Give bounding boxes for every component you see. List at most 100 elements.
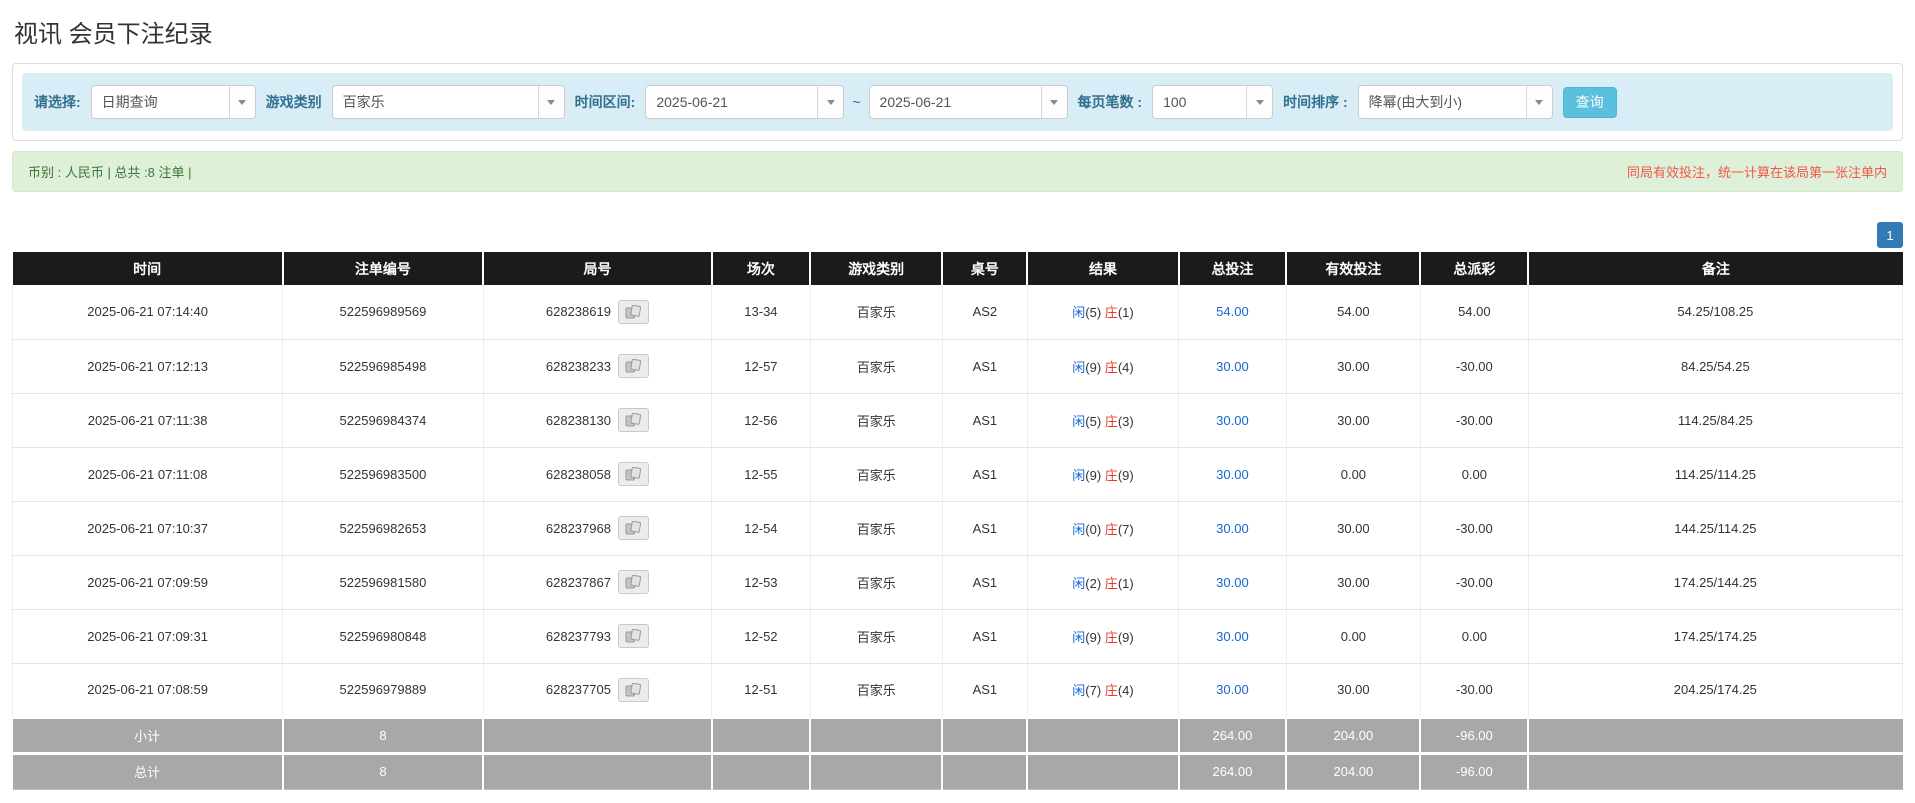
round-number: 628237867 [546, 575, 611, 590]
view-cards-button[interactable] [618, 300, 649, 324]
result-player-score: (9) [1085, 630, 1101, 645]
cell-bet-id: 522596981580 [283, 555, 483, 609]
total-bet-link[interactable]: 30.00 [1216, 467, 1249, 482]
table-row: 2025-06-21 07:08:59522596979889628237705… [13, 663, 1903, 717]
cell-payout: -30.00 [1420, 501, 1528, 555]
totals-result [1027, 717, 1178, 753]
cards-icon [625, 359, 642, 373]
view-cards-button[interactable] [618, 678, 649, 702]
cell-total-bet: 30.00 [1179, 501, 1287, 555]
page-size-select[interactable]: 100 [1152, 85, 1273, 119]
column-header: 结果 [1027, 252, 1178, 285]
totals-session [712, 753, 810, 789]
view-cards-button[interactable] [618, 408, 649, 432]
totals-table [942, 717, 1027, 753]
result-player-label: 闲 [1072, 414, 1085, 429]
cell-valid-bet: 54.00 [1286, 285, 1420, 339]
cell-result: 闲(7) 庄(4) [1027, 663, 1178, 717]
cell-time: 2025-06-21 07:10:37 [13, 501, 283, 555]
chevron-down-icon[interactable] [817, 86, 843, 118]
cell-total-bet: 30.00 [1179, 663, 1287, 717]
game-type-select[interactable]: 百家乐 [332, 85, 565, 119]
cell-result: 闲(9) 庄(4) [1027, 339, 1178, 393]
table-row: 2025-06-21 07:14:40522596989569628238619… [13, 285, 1903, 339]
chevron-down-icon[interactable] [1041, 86, 1067, 118]
cell-session: 12-56 [712, 393, 810, 447]
result-banker-score: (4) [1118, 360, 1134, 375]
chevron-down-icon[interactable] [229, 86, 255, 118]
totals-count: 8 [283, 753, 483, 789]
sort-select[interactable]: 降幂(由大到小) [1358, 85, 1553, 119]
cell-bet-id: 522596980848 [283, 609, 483, 663]
result-banker-label: 庄 [1105, 522, 1118, 537]
result-player-label: 闲 [1072, 522, 1085, 537]
cell-time: 2025-06-21 07:09:31 [13, 609, 283, 663]
view-cards-button[interactable] [618, 516, 649, 540]
round-number: 628237793 [546, 629, 611, 644]
column-header: 局号 [483, 252, 712, 285]
page-size-label: 每页笔数 : [1076, 92, 1145, 112]
total-bet-link[interactable]: 54.00 [1216, 304, 1249, 319]
total-bet-link[interactable]: 30.00 [1216, 521, 1249, 536]
result-player-score: (9) [1085, 468, 1101, 483]
result-player-score: (0) [1085, 522, 1101, 537]
cards-icon [625, 305, 642, 319]
cell-payout: -30.00 [1420, 663, 1528, 717]
cell-session: 12-51 [712, 663, 810, 717]
total-bet-link[interactable]: 30.00 [1216, 359, 1249, 374]
cell-total-bet: 30.00 [1179, 609, 1287, 663]
total-bet-link[interactable]: 30.00 [1216, 629, 1249, 644]
cell-result: 闲(9) 庄(9) [1027, 609, 1178, 663]
view-cards-button[interactable] [618, 462, 649, 486]
view-cards-button[interactable] [618, 354, 649, 378]
total-bet-link[interactable]: 30.00 [1216, 682, 1249, 697]
view-cards-button[interactable] [618, 570, 649, 594]
result-player-score: (2) [1085, 576, 1101, 591]
cell-time: 2025-06-21 07:14:40 [13, 285, 283, 339]
cell-result: 闲(0) 庄(7) [1027, 501, 1178, 555]
result-player-label: 闲 [1072, 360, 1085, 375]
result-player-label: 闲 [1072, 305, 1085, 320]
total-bet-link[interactable]: 30.00 [1216, 575, 1249, 590]
table-row: 2025-06-21 07:10:37522596982653 628237968… [13, 501, 1903, 555]
column-header: 备注 [1528, 252, 1902, 285]
cell-round-id: 628237793 [483, 609, 712, 663]
chevron-down-icon[interactable] [1246, 86, 1272, 118]
search-button[interactable]: 查询 [1563, 87, 1617, 118]
totals-total-bet: 264.00 [1179, 753, 1287, 789]
cell-game-type: 百家乐 [810, 285, 942, 339]
chevron-down-icon[interactable] [538, 86, 564, 118]
result-banker-score: (7) [1118, 522, 1134, 537]
result-player-score: (7) [1085, 683, 1101, 698]
result-player-label: 闲 [1072, 468, 1085, 483]
cell-payout: 0.00 [1420, 609, 1528, 663]
cell-bet-id: 522596985498 [283, 339, 483, 393]
date-from-select[interactable]: 2025-06-21 [645, 85, 844, 119]
totals-payout: -96.00 [1420, 717, 1528, 753]
cell-table-number: AS2 [942, 285, 1027, 339]
view-cards-button[interactable] [618, 624, 649, 648]
result-banker-score: (9) [1118, 630, 1134, 645]
sort-value: 降幂(由大到小) [1359, 86, 1526, 118]
cards-icon [625, 413, 642, 427]
round-number: 628237968 [546, 521, 611, 536]
table-row: 2025-06-21 07:11:38522596984374628238130… [13, 393, 1903, 447]
cell-table-number: AS1 [942, 339, 1027, 393]
cell-game-type: 百家乐 [810, 393, 942, 447]
bet-records-table: 时间注单编号局号场次游戏类别桌号结果总投注有效投注总派彩备注 2025-06-2… [12, 252, 1903, 790]
table-header-row: 时间注单编号局号场次游戏类别桌号结果总投注有效投注总派彩备注 [13, 252, 1903, 285]
cell-valid-bet: 30.00 [1286, 663, 1420, 717]
date-to-select[interactable]: 2025-06-21 [869, 85, 1068, 119]
table-row: 2025-06-21 07:09:59522596981580628237867… [13, 555, 1903, 609]
result-banker-score: (3) [1118, 414, 1134, 429]
cell-bet-id: 522596982653 [283, 501, 483, 555]
query-type-select[interactable]: 日期查询 [91, 85, 256, 119]
cell-result: 闲(9) 庄(9) [1027, 447, 1178, 501]
total-bet-link[interactable]: 30.00 [1216, 413, 1249, 428]
result-banker-label: 庄 [1105, 305, 1118, 320]
chevron-down-icon[interactable] [1526, 86, 1552, 118]
cell-total-bet: 54.00 [1179, 285, 1287, 339]
query-type-label: 请选择: [32, 92, 83, 112]
totals-label: 小计 [13, 717, 283, 753]
page-button-1[interactable]: 1 [1877, 222, 1903, 248]
